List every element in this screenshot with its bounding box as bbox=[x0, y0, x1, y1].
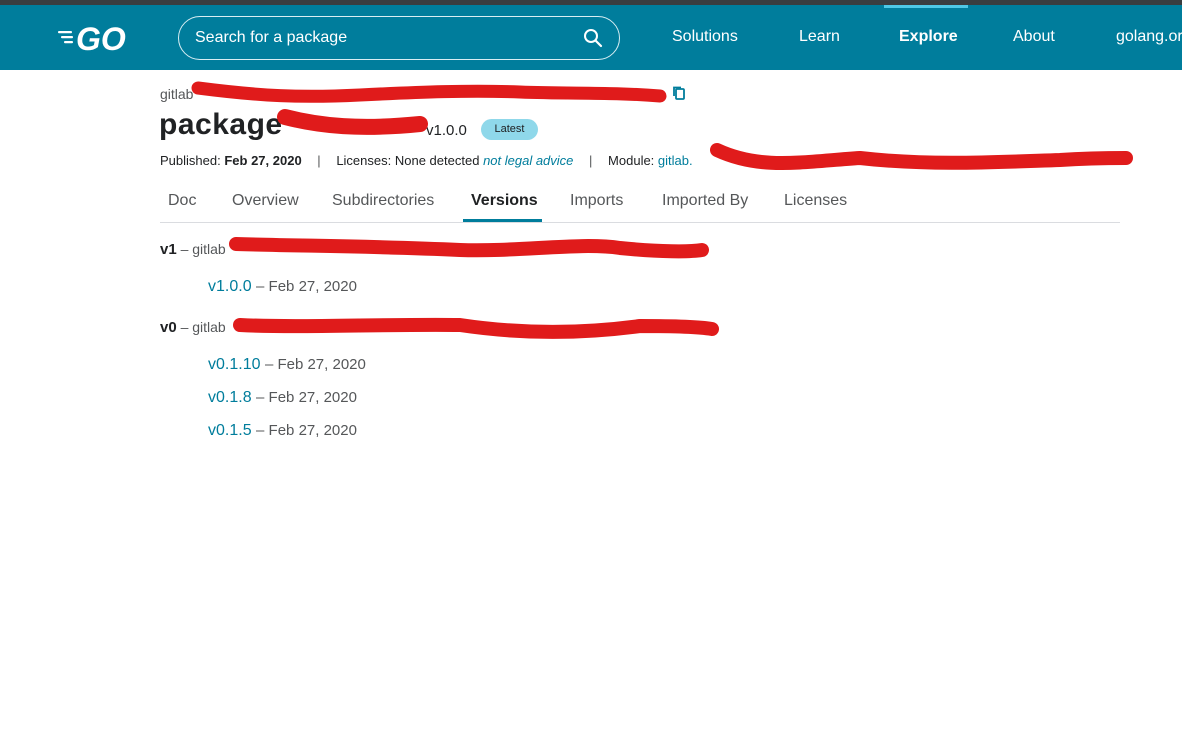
redaction-module bbox=[710, 143, 1133, 170]
redaction-title bbox=[277, 109, 428, 135]
redaction-marks bbox=[191, 81, 1133, 339]
redaction-v0-path bbox=[233, 317, 719, 339]
redaction-breadcrumb bbox=[191, 81, 667, 103]
redaction-v1-path bbox=[229, 237, 709, 259]
